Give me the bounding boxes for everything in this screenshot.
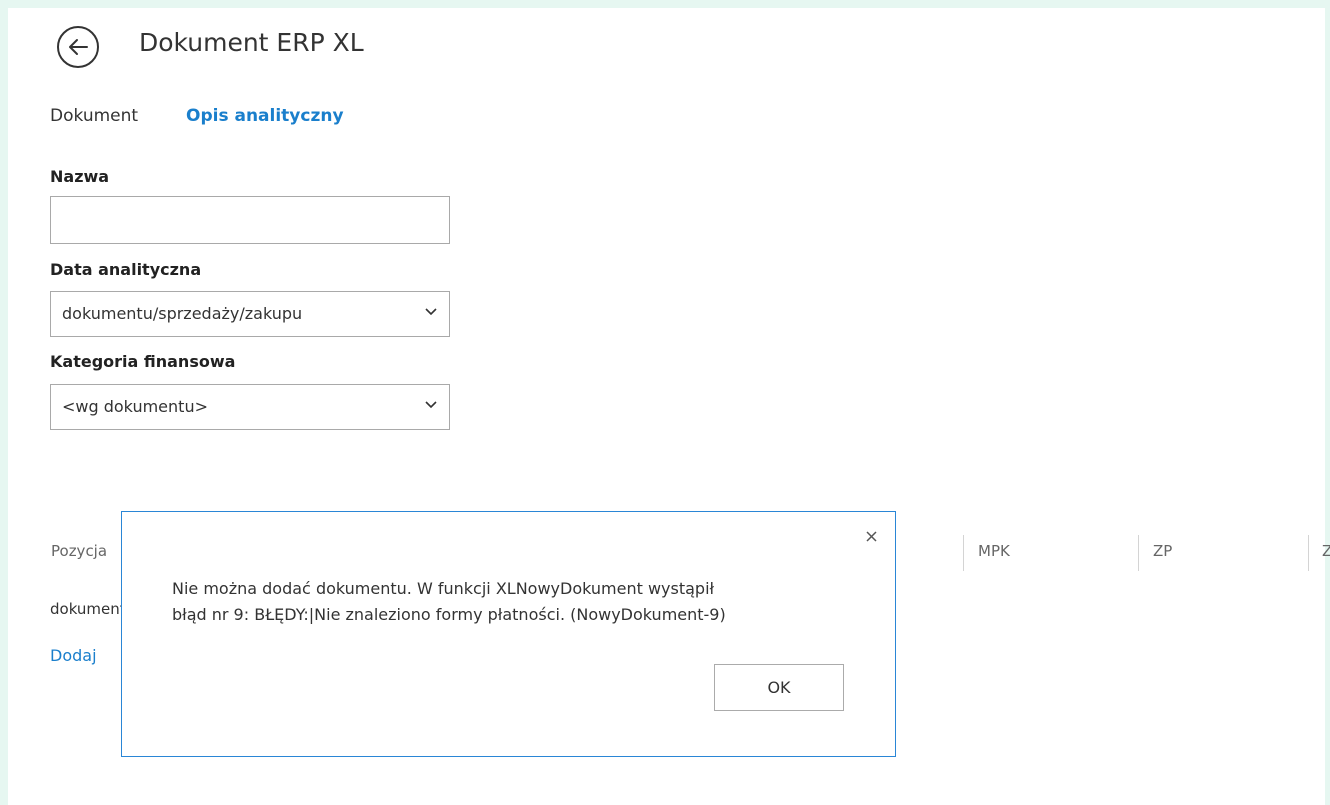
arrow-left-icon: [69, 39, 88, 55]
column-header-zp: ZP: [1153, 542, 1173, 560]
column-header-mpk: MPK: [978, 542, 1010, 560]
column-divider: [1138, 535, 1139, 571]
ok-button[interactable]: OK: [714, 664, 844, 711]
column-header-pozycja: Pozycja: [51, 542, 108, 560]
back-button[interactable]: [57, 26, 99, 68]
tab-opis-analityczny[interactable]: Opis analityczny: [186, 106, 344, 126]
dialog-close-button[interactable]: [861, 526, 881, 546]
column-divider: [963, 535, 964, 571]
data-analityczna-label: Data analityczna: [50, 260, 202, 279]
chevron-down-icon: [425, 401, 437, 409]
app-page: Dokument ERP XL Dokument Opis analityczn…: [8, 8, 1330, 805]
error-dialog: Nie można dodać dokumentu. W funkcji XLN…: [121, 511, 896, 757]
dialog-message: Nie można dodać dokumentu. W funkcji XLN…: [172, 576, 862, 628]
kategoria-finansowa-value: <wg dokumentu>: [62, 397, 208, 416]
tab-dokument[interactable]: Dokument: [50, 106, 138, 126]
data-analityczna-select[interactable]: dokumentu/sprzedaży/zakupu: [50, 291, 450, 337]
dialog-message-line: Nie można dodać dokumentu. W funkcji XLN…: [172, 579, 715, 598]
dialog-message-line: błąd nr 9: BŁĘDY:|Nie znaleziono formy p…: [172, 605, 726, 624]
kategoria-finansowa-label: Kategoria finansowa: [50, 352, 236, 371]
add-link[interactable]: Dodaj: [50, 646, 97, 665]
page-title: Dokument ERP XL: [139, 28, 364, 57]
chevron-down-icon: [425, 308, 437, 316]
column-divider: [1308, 535, 1309, 571]
nazwa-input[interactable]: [50, 196, 450, 244]
nazwa-label: Nazwa: [50, 167, 110, 186]
data-analityczna-value: dokumentu/sprzedaży/zakupu: [62, 304, 303, 323]
close-icon: [865, 530, 877, 542]
column-header-z: Z: [1322, 542, 1330, 560]
kategoria-finansowa-select[interactable]: <wg dokumentu>: [50, 384, 450, 430]
